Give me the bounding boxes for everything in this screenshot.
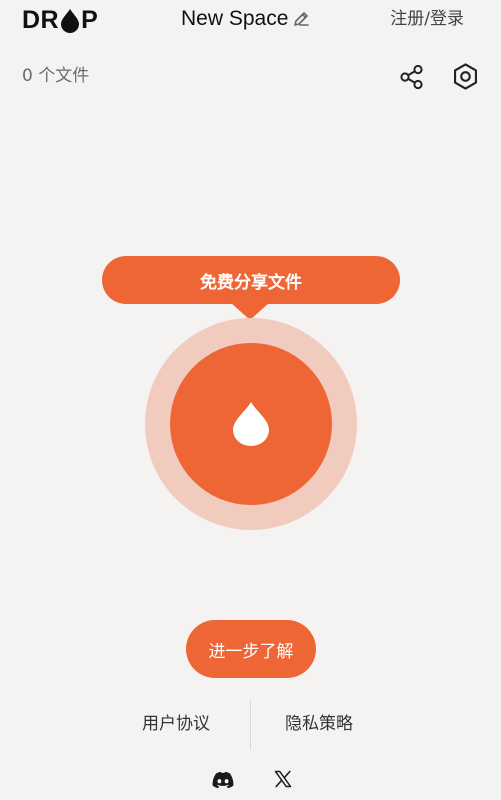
settings-icon[interactable] xyxy=(451,62,480,91)
footer-divider xyxy=(250,700,251,750)
file-count: 0 个文件 xyxy=(22,66,90,86)
logo-text-left: DR xyxy=(22,6,60,34)
edit-icon[interactable] xyxy=(291,9,311,29)
terms-link[interactable]: 用户协议 xyxy=(142,713,210,735)
share-icon[interactable] xyxy=(398,63,426,91)
x-icon[interactable] xyxy=(274,770,292,788)
drop-logo-icon xyxy=(61,8,80,33)
water-drop-icon xyxy=(233,402,269,446)
upload-drop-button[interactable] xyxy=(145,318,357,530)
privacy-link[interactable]: 隐私策略 xyxy=(285,713,353,735)
learn-more-button[interactable]: 进一步了解 xyxy=(186,620,316,678)
login-button[interactable]: 注册/登录 xyxy=(390,8,464,30)
space-title[interactable]: New Space xyxy=(181,6,311,32)
upload-drop-inner[interactable] xyxy=(170,343,332,505)
logo[interactable]: DR P xyxy=(22,7,98,33)
logo-text-right: P xyxy=(81,6,99,34)
drop-app: DR P New Space 注册/登录 0 个文件 免费分享文件 进一步了解 … xyxy=(0,0,501,800)
discord-icon[interactable] xyxy=(211,771,235,789)
free-share-tooltip: 免费分享文件 xyxy=(102,256,400,304)
space-name: New Space xyxy=(181,7,289,30)
